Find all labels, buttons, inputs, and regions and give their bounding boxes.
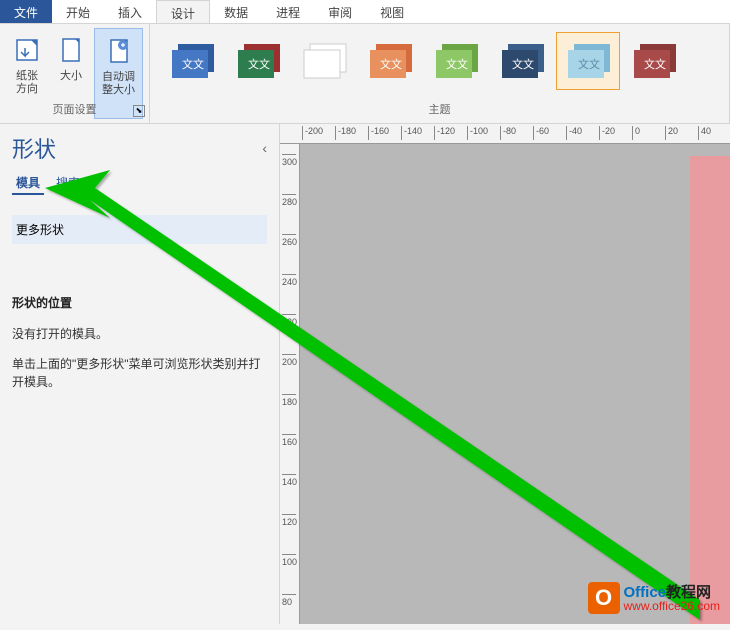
- page-orientation-icon: [11, 32, 43, 68]
- size-label: 大小: [60, 70, 82, 83]
- page-setup-launcher[interactable]: ⬊: [133, 105, 145, 117]
- shapes-location-title: 形状的位置: [12, 294, 267, 311]
- svg-text:文文: 文文: [446, 57, 468, 71]
- svg-text:文文: 文文: [248, 57, 270, 71]
- watermark: O Office教程网 www.office26.com: [588, 582, 721, 614]
- menu-design[interactable]: 设计: [156, 0, 210, 23]
- theme-6[interactable]: 文文: [490, 32, 554, 90]
- shapes-tabs: 模具 搜索: [12, 172, 267, 199]
- tab-search[interactable]: 搜索: [52, 172, 84, 195]
- page-background[interactable]: [690, 156, 730, 624]
- menu-file[interactable]: 文件: [0, 0, 52, 23]
- theme-1[interactable]: 文文: [160, 32, 224, 90]
- theme-7[interactable]: 文文: [556, 32, 620, 90]
- menu-insert[interactable]: 插入: [104, 0, 156, 23]
- canvas[interactable]: [300, 144, 730, 624]
- menu-review[interactable]: 审阅: [314, 0, 366, 23]
- more-shapes-button[interactable]: 更多形状: [12, 215, 267, 244]
- watermark-title: Office教程网: [624, 585, 721, 600]
- theme-5[interactable]: 文文: [424, 32, 488, 90]
- theme-3[interactable]: [292, 32, 356, 90]
- shapes-info: 形状的位置 没有打开的模具。 单击上面的"更多形状"菜单可浏览形状类别并打开模具…: [12, 294, 267, 391]
- svg-text:文文: 文文: [182, 57, 204, 71]
- stencils-hint: 单击上面的"更多形状"菜单可浏览形状类别并打开模具。: [12, 355, 267, 391]
- shapes-panel: 形状 ‹ 模具 搜索 更多形状 形状的位置 没有打开的模具。 单击上面的"更多形…: [0, 124, 280, 624]
- shapes-panel-title: 形状 ‹: [12, 132, 267, 164]
- menu-home[interactable]: 开始: [52, 0, 104, 23]
- menu-process[interactable]: 进程: [262, 0, 314, 23]
- canvas-area: -200-180-160-140-120-100-80-60-40-200204…: [280, 124, 730, 624]
- watermark-url: www.office26.com: [624, 600, 721, 612]
- collapse-icon[interactable]: ‹: [262, 140, 267, 156]
- theme-4[interactable]: 文文: [358, 32, 422, 90]
- svg-text:文文: 文文: [578, 57, 600, 71]
- menu-data[interactable]: 数据: [210, 0, 262, 23]
- page-setup-label: 页面设置: [0, 101, 149, 117]
- svg-text:文文: 文文: [644, 57, 666, 71]
- themes-label: 主题: [150, 101, 729, 117]
- svg-text:文文: 文文: [512, 57, 534, 71]
- menu-view[interactable]: 视图: [366, 0, 418, 23]
- ruler-horizontal[interactable]: -200-180-160-140-120-100-80-60-40-200204…: [280, 124, 730, 144]
- autofit-icon: [103, 33, 135, 69]
- theme-8[interactable]: 文文: [622, 32, 686, 90]
- ribbon: 纸张方向 大小 自动调整大小 页面设置 ⬊ 文文 文文 文文 文文: [0, 24, 730, 124]
- watermark-icon: O: [588, 582, 620, 614]
- svg-text:文文: 文文: [380, 57, 402, 71]
- themes-group: 文文 文文 文文 文文 文文 文文 文文 主题: [150, 24, 730, 123]
- workspace: 形状 ‹ 模具 搜索 更多形状 形状的位置 没有打开的模具。 单击上面的"更多形…: [0, 124, 730, 624]
- theme-2[interactable]: 文文: [226, 32, 290, 90]
- page-setup-group: 纸张方向 大小 自动调整大小 页面设置 ⬊: [0, 24, 150, 123]
- theme-gallery: 文文 文文 文文 文文 文文 文文 文文: [156, 28, 723, 94]
- ruler-vertical[interactable]: 30028026024022020018016014012010080: [280, 144, 300, 624]
- page-size-icon: [55, 32, 87, 68]
- tab-stencils[interactable]: 模具: [12, 172, 44, 195]
- menubar: 文件 开始 插入 设计 数据 进程 审阅 视图: [0, 0, 730, 24]
- autofit-label: 自动调整大小: [101, 71, 136, 97]
- no-stencils-text: 没有打开的模具。: [12, 325, 267, 343]
- orientation-label: 纸张方向: [12, 70, 42, 96]
